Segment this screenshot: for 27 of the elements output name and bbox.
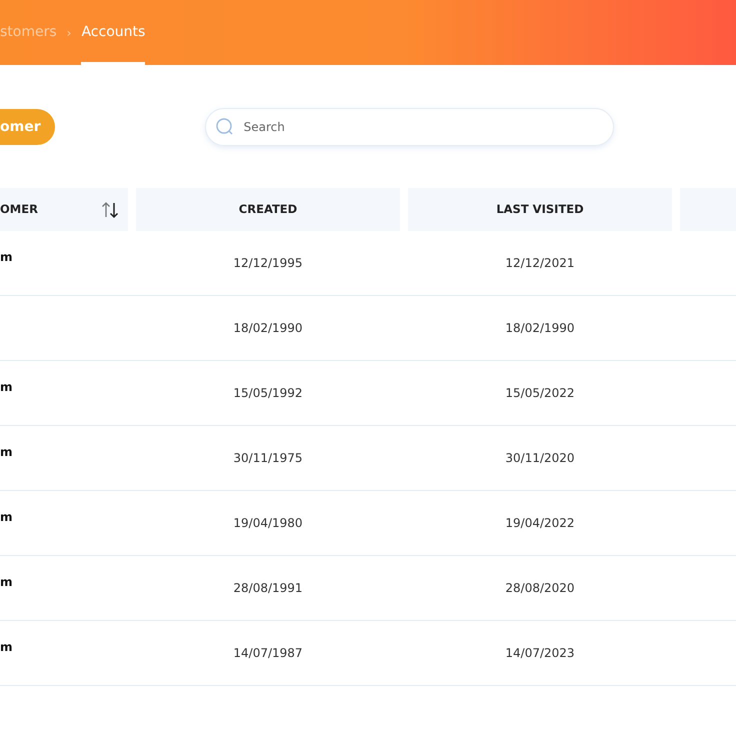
customer-name: m (0, 444, 14, 461)
last-visited-date: 19/04/2022 (504, 515, 576, 532)
sort-icon[interactable] (100, 200, 120, 220)
created-date: 12/12/1995 (232, 255, 304, 272)
created-date: 14/07/1987 (232, 645, 304, 662)
customer-name: m (0, 574, 14, 591)
column-header[interactable]: OMER (0, 200, 38, 218)
last-visited-date: 12/12/2021 (504, 255, 576, 272)
column-header[interactable]: LAST VISITED (408, 188, 672, 231)
created-date: 30/11/1975 (232, 450, 304, 467)
breadcrumb-separator: › (66, 24, 72, 42)
created-date: 18/02/1990 (232, 320, 304, 337)
last-visited-date: 14/07/2023 (504, 645, 576, 662)
search-icon (214, 117, 235, 137)
created-date: 28/08/1991 (232, 580, 304, 597)
customer-name: m (0, 639, 14, 656)
created-date: 15/05/1992 (232, 385, 304, 402)
last-visited-date: 18/02/1990 (504, 320, 576, 337)
last-visited-date: 28/08/2020 (504, 580, 576, 597)
last-visited-date: 30/11/2020 (504, 450, 576, 467)
customer-name: m (0, 379, 14, 396)
column-header[interactable]: CREATED (136, 188, 400, 231)
customer-name: m (0, 509, 14, 526)
created-date: 19/04/1980 (232, 515, 304, 532)
last-visited-date: 15/05/2022 (504, 385, 576, 402)
search-field[interactable]: Search (204, 108, 614, 146)
customer-name: m (0, 249, 14, 266)
